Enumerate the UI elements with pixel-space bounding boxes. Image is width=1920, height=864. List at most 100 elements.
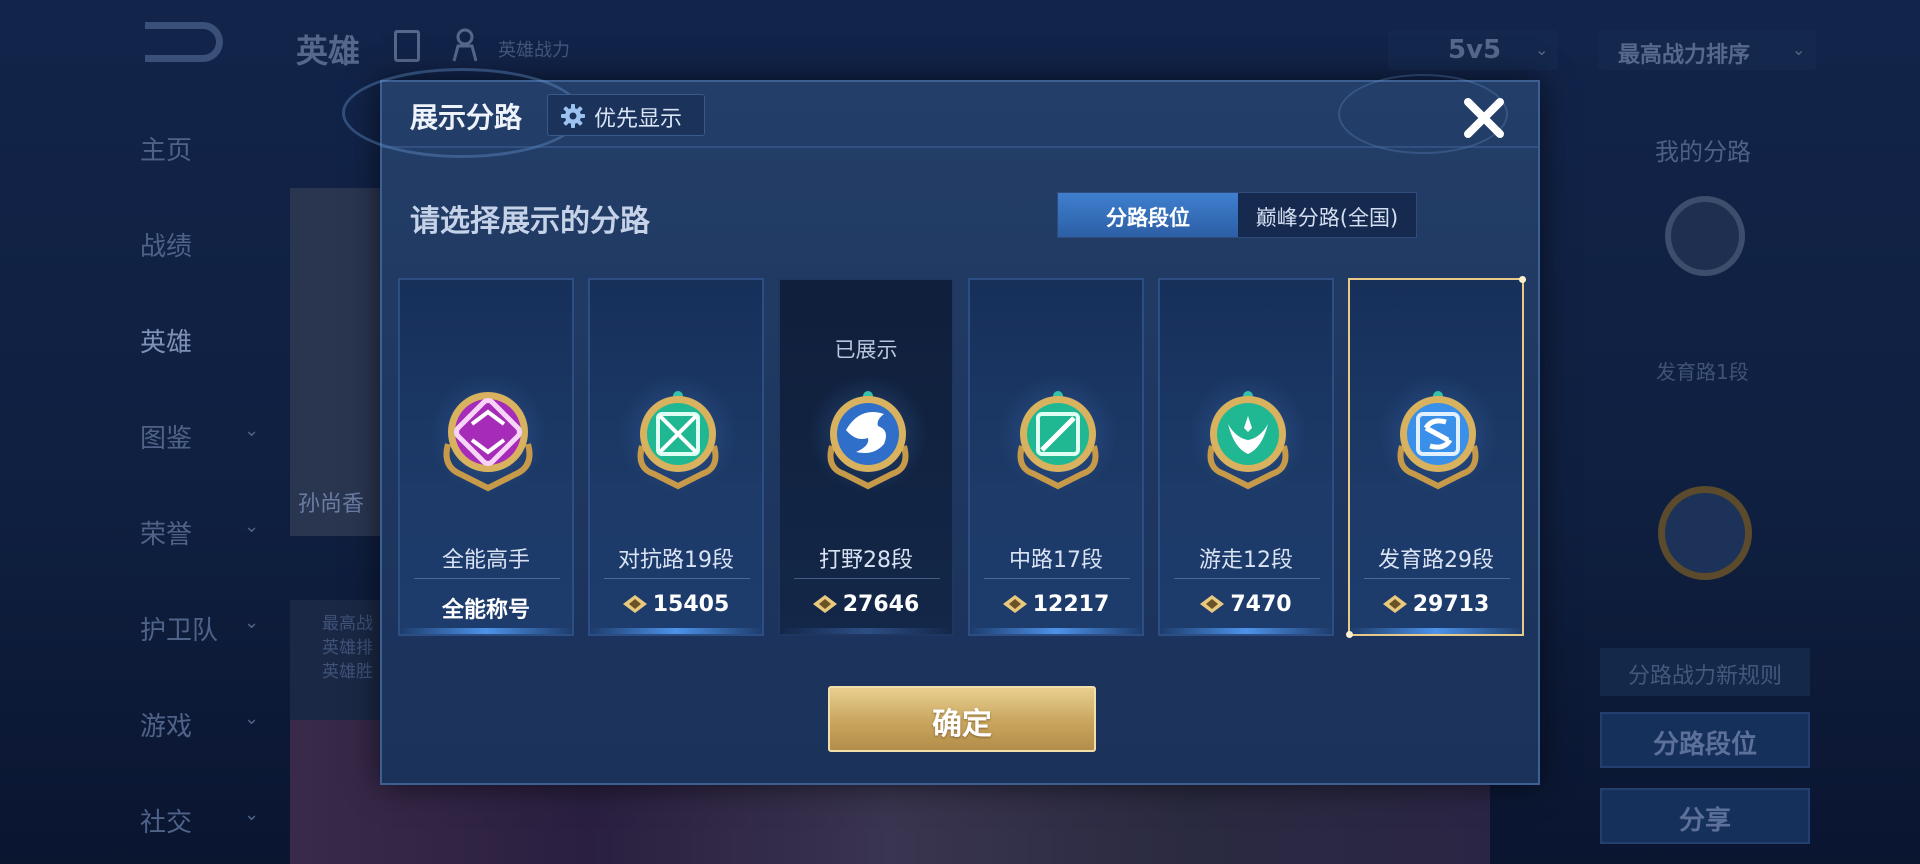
hero-power-icon[interactable] bbox=[452, 28, 478, 62]
hero-info-line: 英雄胜 bbox=[322, 662, 373, 682]
mode-select[interactable]: 5v5 bbox=[1388, 30, 1558, 70]
sidebar-item-label: 战绩 bbox=[140, 232, 193, 262]
lane-card-roam[interactable]: 游走12段 7470 bbox=[1158, 278, 1334, 636]
lane-rank: 全能高手 bbox=[441, 548, 530, 573]
hero-card[interactable]: 孙尚香 bbox=[290, 188, 380, 536]
share-button[interactable]: 分享 bbox=[1600, 788, 1810, 844]
tab-group: 分路段位 巅峰分路(全国) bbox=[1057, 192, 1417, 238]
sidebar-item-label: 游戏 bbox=[140, 712, 193, 742]
sort-select[interactable]: 最高战力排序 bbox=[1598, 30, 1816, 70]
lane-card-clash[interactable]: 对抗路19段 15405 bbox=[588, 278, 764, 636]
card-divider bbox=[1364, 578, 1510, 579]
lane-rank: 打野28段 bbox=[819, 548, 913, 573]
close-icon[interactable] bbox=[1460, 94, 1508, 142]
priority-display-button[interactable]: 优先显示 bbox=[547, 94, 705, 136]
lane-badge-icon bbox=[1665, 196, 1745, 276]
selection-corner bbox=[1519, 276, 1526, 283]
jungle-badge-icon bbox=[1658, 486, 1752, 580]
sidebar-item-record[interactable]: 战绩 bbox=[140, 226, 280, 263]
sidebar-item-hero[interactable]: 英雄 bbox=[140, 322, 280, 359]
lane-power-value: 15405 bbox=[652, 592, 730, 617]
sidebar-item-label: 荣誉 bbox=[140, 520, 193, 550]
page-title: 英雄 bbox=[296, 32, 361, 70]
lane-card-all-round[interactable]: 全能高手 全能称号 bbox=[398, 278, 574, 636]
lane-power: 29713 bbox=[1350, 592, 1522, 617]
card-divider bbox=[414, 578, 560, 579]
lane-card-jungle[interactable]: 已展示 打野28段 27646 bbox=[778, 278, 954, 636]
card-divider bbox=[984, 578, 1130, 579]
roam-badge-icon bbox=[1207, 391, 1289, 490]
list-icon[interactable] bbox=[394, 30, 420, 62]
sidebar-item-honor[interactable]: 荣誉 ⌄ bbox=[140, 514, 280, 551]
sort-select-value: 最高战力排序 bbox=[1618, 43, 1751, 68]
jungle-badge-icon bbox=[827, 391, 909, 490]
chevron-down-icon: ⌄ bbox=[244, 420, 260, 441]
sidebar-item-guard[interactable]: 护卫队 ⌄ bbox=[140, 610, 280, 647]
lane-power: 27646 bbox=[780, 592, 952, 617]
power-icon bbox=[622, 595, 647, 613]
lane-rank: 对抗路19段 bbox=[618, 548, 734, 573]
power-icon bbox=[1002, 595, 1027, 613]
farm-lane-badge-icon bbox=[1397, 391, 1479, 490]
card-divider bbox=[604, 578, 750, 579]
dialog-header-divider bbox=[382, 146, 1538, 148]
sidebar-item-codex[interactable]: 图鉴 ⌄ bbox=[140, 418, 280, 455]
lane-power-value: 27646 bbox=[842, 592, 920, 617]
sidebar-item-label: 主页 bbox=[140, 136, 193, 166]
lane-rank: 游走12段 bbox=[1199, 548, 1293, 573]
chevron-down-icon: ⌄ bbox=[244, 516, 260, 537]
mode-select-value: 5v5 bbox=[1448, 35, 1502, 65]
power-icon bbox=[812, 595, 837, 613]
my-lane-rank: 发育路1段 bbox=[1656, 360, 1749, 384]
hero-info: 最高战 英雄排 英雄胜 bbox=[290, 600, 380, 720]
sidebar-item-label: 英雄 bbox=[140, 328, 193, 358]
sidebar-item-label: 护卫队 bbox=[140, 616, 219, 646]
power-icon bbox=[1200, 595, 1225, 613]
confirm-button[interactable]: 确定 bbox=[828, 686, 1096, 752]
card-divider bbox=[794, 578, 940, 579]
sidebar-item-home[interactable]: 主页 bbox=[140, 130, 280, 167]
lane-power-value: 全能称号 bbox=[441, 598, 530, 623]
lane-power-value: 29713 bbox=[1412, 592, 1490, 617]
back-icon[interactable] bbox=[145, 22, 223, 62]
lane-power: 7470 bbox=[1160, 592, 1332, 617]
chevron-down-icon: ⌄ bbox=[1792, 40, 1806, 59]
clash-lane-badge-icon bbox=[637, 391, 719, 490]
mid-lane-badge-icon bbox=[1017, 391, 1099, 490]
lane-card-farm[interactable]: 发育路29段 29713 bbox=[1346, 276, 1526, 638]
hero-power-label: 英雄战力 bbox=[498, 40, 570, 61]
sidebar-item-game[interactable]: 游戏 ⌄ bbox=[140, 706, 280, 743]
chevron-down-icon: ⌄ bbox=[244, 708, 260, 729]
power-icon bbox=[1382, 595, 1407, 613]
gear-icon bbox=[561, 104, 585, 128]
chevron-down-icon: ⌄ bbox=[1535, 40, 1549, 59]
sidebar-item-label: 图鉴 bbox=[140, 424, 193, 454]
lane-power-value: 7470 bbox=[1230, 592, 1292, 617]
card-divider bbox=[1174, 578, 1320, 579]
lane-power-value: 12217 bbox=[1032, 592, 1110, 617]
lane-card-mid[interactable]: 中路17段 12217 bbox=[968, 278, 1144, 636]
hero-card-name: 孙尚香 bbox=[298, 492, 365, 517]
chevron-down-icon: ⌄ bbox=[244, 804, 260, 825]
lane-rank: 发育路29段 bbox=[1378, 548, 1494, 573]
my-lane-title: 我的分路 bbox=[1655, 138, 1751, 166]
sidebar-item-label: 社交 bbox=[140, 808, 193, 838]
lane-power: 全能称号 bbox=[400, 592, 572, 624]
priority-display-label: 优先显示 bbox=[594, 107, 683, 132]
tab-peak-lane[interactable]: 巅峰分路(全国) bbox=[1238, 193, 1416, 237]
all-round-badge-icon bbox=[443, 392, 533, 492]
lane-rank-button[interactable]: 分路段位 bbox=[1600, 712, 1810, 768]
dialog-title: 展示分路 bbox=[410, 101, 523, 134]
sidebar-item-social[interactable]: 社交 ⌄ bbox=[140, 802, 280, 839]
hero-info-line: 最高战 bbox=[322, 614, 373, 634]
hero-info-line: 英雄排 bbox=[322, 638, 373, 658]
lane-power: 12217 bbox=[970, 592, 1142, 617]
chevron-down-icon: ⌄ bbox=[244, 612, 260, 633]
tab-lane-rank[interactable]: 分路段位 bbox=[1058, 193, 1238, 237]
shown-label: 已展示 bbox=[834, 338, 898, 362]
selection-corner bbox=[1346, 631, 1353, 638]
lane-power: 15405 bbox=[590, 592, 762, 617]
lane-display-dialog: 展示分路 优先显示 请选择展示的分路 分路段位 巅峰分路(全国) 全能高手 全能… bbox=[342, 68, 1540, 785]
lane-rank: 中路17段 bbox=[1009, 548, 1103, 573]
lane-rule-link[interactable]: 分路战力新规则 bbox=[1600, 648, 1810, 696]
